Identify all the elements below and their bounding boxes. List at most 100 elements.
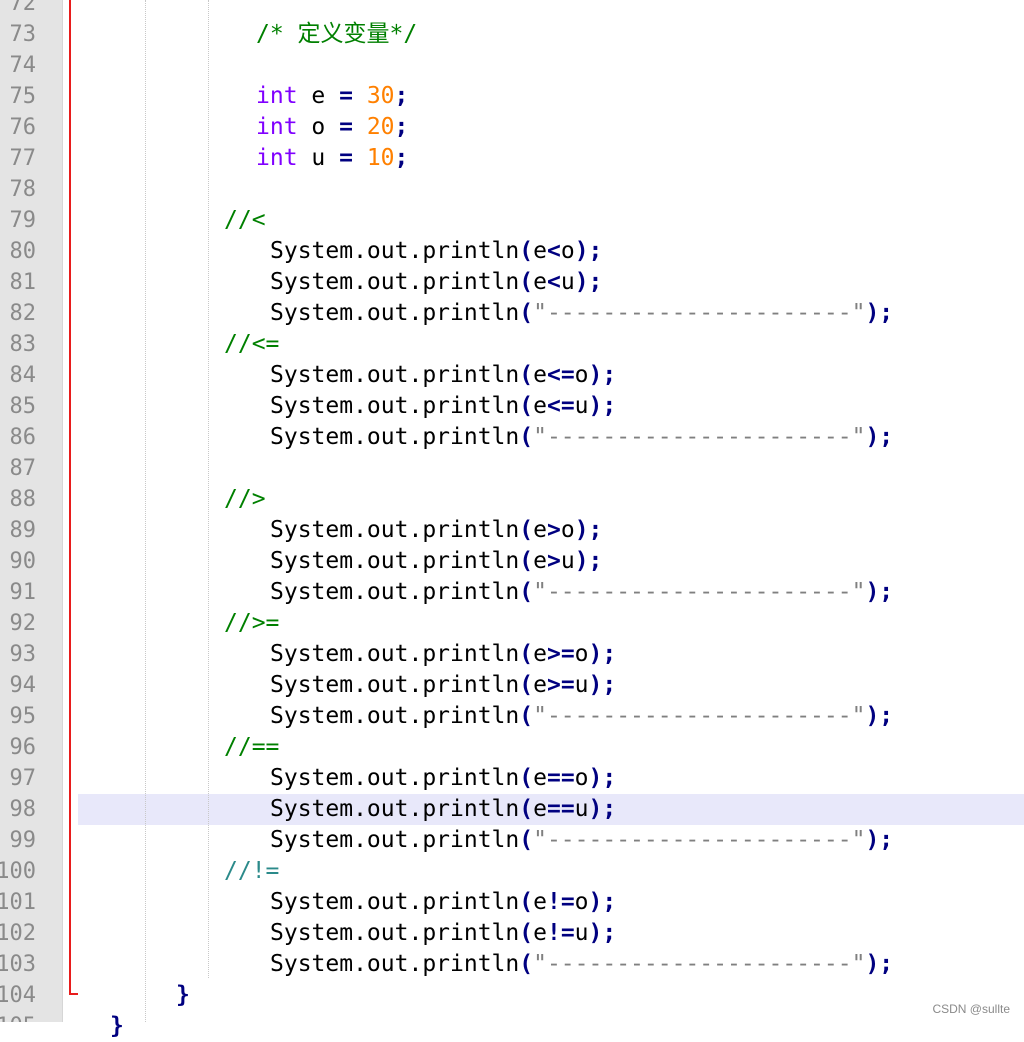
code-line[interactable]: System.out.println(e==o); [78, 763, 1024, 794]
line-number: 82 [9, 301, 37, 326]
code-line[interactable]: System.out.println("--------------------… [78, 701, 1024, 732]
line-number: 102 [0, 921, 36, 946]
line-number: 95 [9, 704, 37, 729]
code-line[interactable]: System.out.println("--------------------… [78, 825, 1024, 856]
code-line[interactable]: System.out.println(e>u); [78, 546, 1024, 577]
code-line[interactable]: //> [78, 484, 1024, 515]
line-number-gutter: 72 73 74 75 76 77 78 79 80 81 82 83 84 85 86 87 88 89 90 91… [0, 0, 62, 1022]
code-text: //>= [224, 610, 280, 636]
line-number: 81 [9, 270, 37, 295]
line-number: 100 [0, 859, 36, 884]
line-number: 87 [9, 456, 37, 481]
line-number: 85 [9, 394, 37, 419]
line-number: 103 [0, 952, 36, 977]
code-text: //<= [224, 331, 280, 357]
code-line[interactable] [78, 453, 1024, 484]
code-text: } [110, 1013, 124, 1039]
code-text: int u = 10; [256, 145, 409, 171]
code-line[interactable]: System.out.println("--------------------… [78, 577, 1024, 608]
code-text: } [176, 982, 190, 1008]
change-history-marker [69, 0, 71, 993]
code-text: /* 定义变量*/ [256, 21, 418, 47]
line-number: 93 [9, 642, 37, 667]
line-number: 73 [9, 22, 37, 47]
indent-guide [208, 0, 209, 978]
code-text: System.out.println(e>=u); [270, 672, 617, 698]
code-text: //> [224, 486, 266, 512]
code-text: System.out.println(e!=o); [270, 889, 617, 915]
line-number: 105 [0, 1011, 36, 1022]
code-text: int o = 20; [256, 114, 409, 140]
code-line[interactable]: //!= [78, 856, 1024, 887]
code-line[interactable]: System.out.println("--------------------… [78, 422, 1024, 453]
line-number: 91 [9, 580, 37, 605]
line-number: 101 [0, 890, 36, 915]
code-line[interactable]: int e = 30; [78, 81, 1024, 112]
line-number: 90 [9, 549, 37, 574]
line-number: 72 [9, 0, 37, 16]
line-number: 89 [9, 518, 37, 543]
line-number: 99 [9, 828, 37, 853]
code-line[interactable]: //<= [78, 329, 1024, 360]
code-line[interactable]: System.out.println(e!=u); [78, 918, 1024, 949]
watermark: CSDN @sullte [932, 1002, 1010, 1016]
line-number: 83 [9, 332, 37, 357]
code-line[interactable] [78, 50, 1024, 81]
change-history-tick [69, 993, 78, 995]
code-text: //!= [224, 858, 280, 884]
code-line[interactable]: System.out.println(e<u); [78, 267, 1024, 298]
code-line[interactable]: } [78, 1011, 1024, 1042]
code-text: System.out.println(e==o); [270, 765, 617, 791]
code-text: System.out.println(e>o); [270, 517, 603, 543]
code-line[interactable]: /* 定义变量*/ [78, 19, 1024, 50]
code-text: System.out.println(e<u); [270, 269, 603, 295]
line-number: 94 [9, 673, 37, 698]
code-text: System.out.println("--------------------… [270, 951, 894, 977]
current-code-line[interactable]: System.out.println(e==u); [78, 794, 1024, 825]
line-number: 84 [9, 363, 37, 388]
code-text: System.out.println("--------------------… [270, 424, 894, 450]
line-number: 98 [9, 797, 37, 822]
line-number: 78 [9, 177, 37, 202]
code-text: System.out.println(e>u); [270, 548, 603, 574]
line-number: 76 [9, 115, 37, 140]
code-line[interactable] [78, 0, 1024, 19]
code-text: System.out.println(e<=u); [270, 393, 617, 419]
line-number: 79 [9, 208, 37, 233]
code-line[interactable]: System.out.println(e>=u); [78, 670, 1024, 701]
code-line[interactable]: System.out.println("--------------------… [78, 298, 1024, 329]
line-number: 75 [9, 84, 37, 109]
code-line[interactable]: System.out.println(e<=o); [78, 360, 1024, 391]
line-number: 96 [9, 735, 37, 760]
code-text: System.out.println("--------------------… [270, 579, 894, 605]
line-number: 104 [0, 983, 36, 1008]
code-line[interactable]: //< [78, 205, 1024, 236]
line-number: 74 [9, 53, 37, 78]
code-line[interactable]: //== [78, 732, 1024, 763]
code-line[interactable]: System.out.println("--------------------… [78, 949, 1024, 980]
code-line[interactable] [78, 174, 1024, 205]
line-number: 92 [9, 611, 37, 636]
line-number: 77 [9, 146, 37, 171]
code-line[interactable]: System.out.println(e<o); [78, 236, 1024, 267]
code-text: int e = 30; [256, 83, 409, 109]
code-text: System.out.println(e==u); [270, 796, 617, 822]
code-text: System.out.println(e<=o); [270, 362, 617, 388]
code-line[interactable]: System.out.println(e>o); [78, 515, 1024, 546]
code-text: System.out.println("--------------------… [270, 827, 894, 853]
code-line[interactable]: } [78, 980, 1024, 1011]
code-line[interactable]: System.out.println(e>=o); [78, 639, 1024, 670]
line-number: 97 [9, 766, 37, 791]
line-number: 86 [9, 425, 37, 450]
code-line[interactable]: int o = 20; [78, 112, 1024, 143]
code-line[interactable]: System.out.println(e!=o); [78, 887, 1024, 918]
indent-guide [145, 0, 146, 1022]
code-text: System.out.println("--------------------… [270, 703, 894, 729]
code-line[interactable]: int u = 10; [78, 143, 1024, 174]
code-line[interactable]: System.out.println(e<=u); [78, 391, 1024, 422]
code-line[interactable]: //>= [78, 608, 1024, 639]
code-text: System.out.println("--------------------… [270, 300, 894, 326]
code-text: //== [224, 734, 280, 760]
code-text: //< [224, 207, 266, 233]
line-number: 88 [9, 487, 37, 512]
